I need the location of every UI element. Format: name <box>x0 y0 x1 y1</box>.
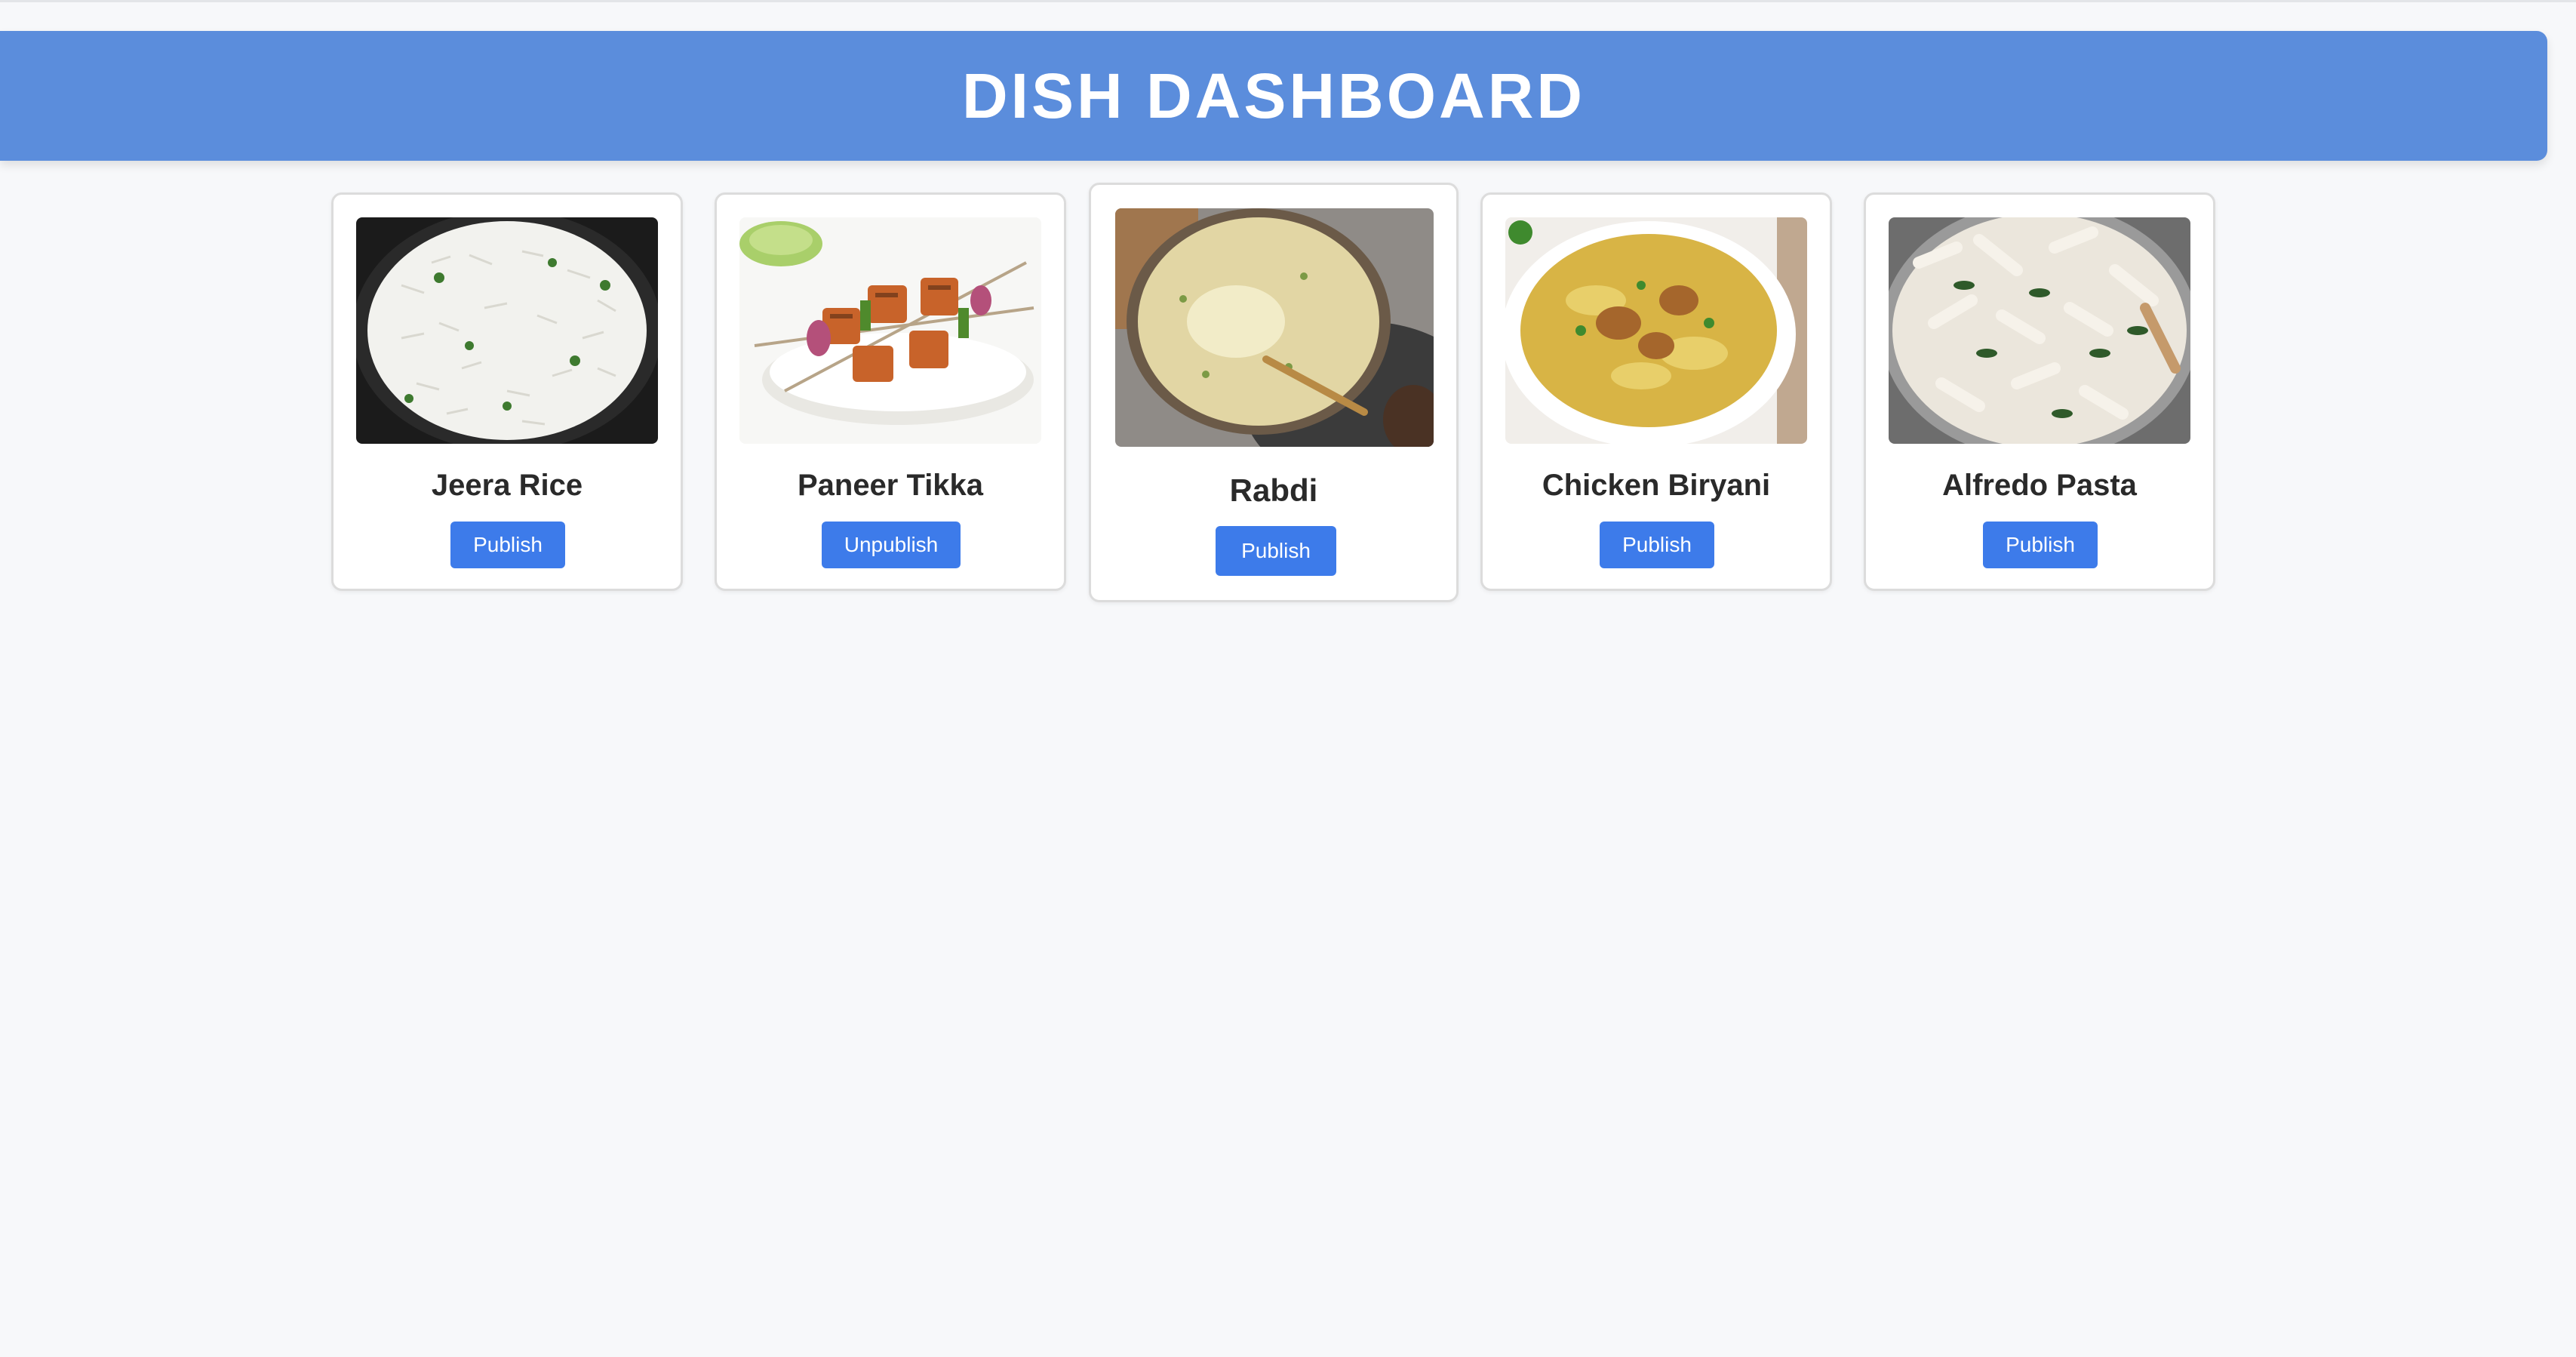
dish-card-alfredo-pasta: Alfredo Pasta Publish <box>1864 192 2215 591</box>
dish-name: Chicken Biryani <box>1542 469 1771 502</box>
dish-name: Rabdi <box>1229 472 1318 508</box>
dish-card-rabdi: Rabdi Publish <box>1089 183 1459 602</box>
publish-button[interactable]: Publish <box>1216 526 1336 576</box>
dish-card-chicken-biryani: Chicken Biryani Publish <box>1480 192 1832 591</box>
dish-name: Alfredo Pasta <box>1942 469 2137 502</box>
top-border <box>0 0 2576 2</box>
dish-name: Paneer Tikka <box>797 469 984 502</box>
jeera-rice-image <box>356 217 658 444</box>
unpublish-button[interactable]: Unpublish <box>822 522 961 568</box>
chicken-biryani-image <box>1505 217 1807 444</box>
alfredo-pasta-image <box>1889 217 2190 444</box>
dish-name: Jeera Rice <box>431 469 583 502</box>
page-title: DISH DASHBOARD <box>961 60 1586 131</box>
dish-card-jeera-rice: Jeera Rice Publish <box>331 192 683 591</box>
rabdi-image <box>1115 208 1434 447</box>
publish-button[interactable]: Publish <box>450 522 565 568</box>
dashboard-header: DISH DASHBOARD <box>0 31 2547 161</box>
publish-button[interactable]: Publish <box>1600 522 1714 568</box>
paneer-tikka-image <box>739 217 1041 444</box>
dish-card-paneer-tikka: Paneer Tikka Unpublish <box>715 192 1066 591</box>
publish-button[interactable]: Publish <box>1983 522 2098 568</box>
